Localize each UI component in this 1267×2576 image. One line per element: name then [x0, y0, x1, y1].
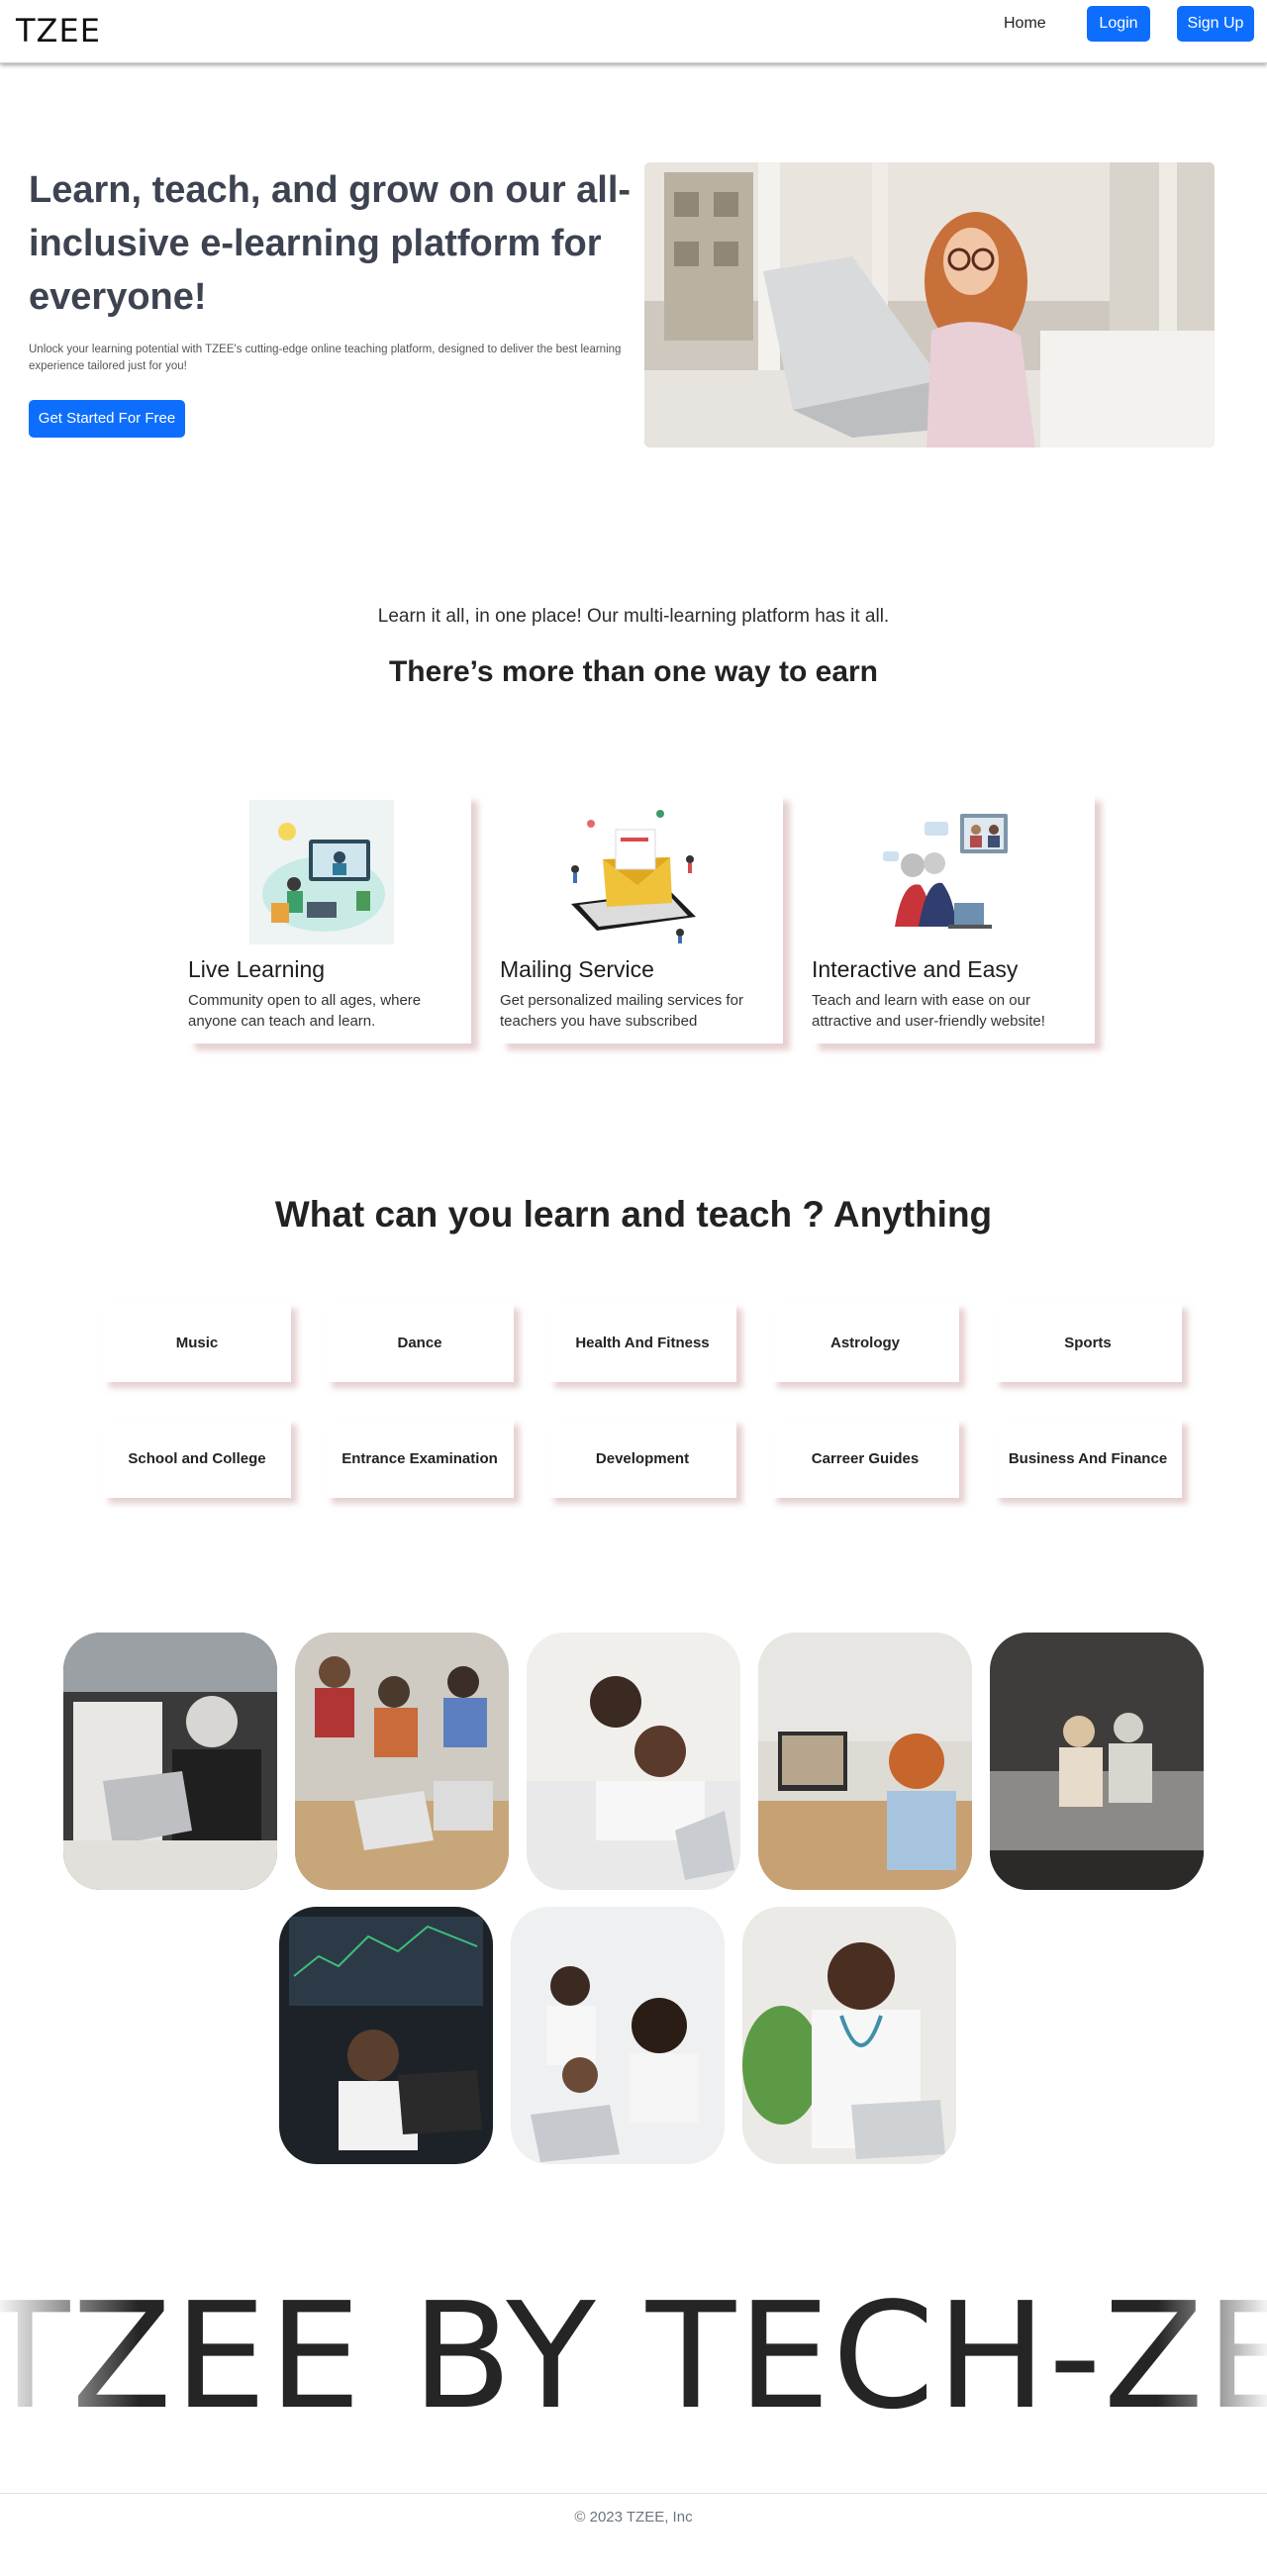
- live-learning-illustration: [249, 800, 394, 944]
- section-kicker: Learn it all, in one place! Our multi-le…: [377, 606, 890, 627]
- gallery-photo-man-trading-screens: [279, 1907, 493, 2164]
- topic-card-sports[interactable]: Sports: [994, 1303, 1182, 1382]
- topic-card-career-guides[interactable]: Carreer Guides: [771, 1419, 959, 1498]
- feature-description: Community open to all ages, where anyone…: [188, 992, 422, 1030]
- gallery-photo-students-group: [295, 1633, 509, 1890]
- feature-card-live-learning: Live Learning Community open to all ages…: [188, 794, 471, 1043]
- hero-subtitle: Unlock your learning potential with TZEE…: [29, 344, 622, 372]
- section-title-topics: What can you learn and teach ? Anything: [274, 1194, 993, 1235]
- marquee-text: TZEE BY TECH-ZEE: [0, 2277, 1267, 2435]
- marquee-fade-left: [0, 2277, 139, 2435]
- gallery-photo-woman-car-laptop: [63, 1633, 277, 1890]
- gallery-photo-child-computer: [758, 1633, 972, 1890]
- nav-home-link[interactable]: Home: [1004, 13, 1046, 35]
- feature-title: Live Learning: [188, 956, 326, 982]
- get-started-button[interactable]: Get Started For Free: [29, 400, 185, 438]
- hero-image: [644, 162, 1215, 447]
- topic-card-astrology[interactable]: Astrology: [771, 1303, 959, 1382]
- topic-card-school-college[interactable]: School and College: [103, 1419, 291, 1498]
- feature-title: Mailing Service: [500, 956, 654, 982]
- footer-copyright: © 2023 TZEE, Inc: [574, 2509, 693, 2526]
- navbar: TZEE Home Login Sign Up: [0, 0, 1267, 63]
- topic-card-music[interactable]: Music: [103, 1303, 291, 1382]
- feature-description: Teach and learn with ease on our attract…: [812, 992, 1045, 1030]
- mailing-illustration: [561, 800, 706, 944]
- topic-card-dance[interactable]: Dance: [326, 1303, 514, 1382]
- topic-card-business-finance[interactable]: Business And Finance: [994, 1419, 1182, 1498]
- gallery-photo-elderly-couple-sofa: [990, 1633, 1204, 1890]
- feature-card-interactive: Interactive and Easy Teach and learn wit…: [812, 794, 1095, 1043]
- feature-title: Interactive and Easy: [812, 956, 1019, 982]
- feature-description: Get personalized mailing services for te…: [500, 992, 743, 1030]
- footer: © 2023 TZEE, Inc: [0, 2493, 1267, 2576]
- gallery-photo-couple-laptop: [527, 1633, 740, 1890]
- brand-marquee: TZEE BY TECH-ZEE: [0, 2277, 1267, 2435]
- hero-title: Learn, teach, and grow on our all-inclus…: [29, 169, 632, 318]
- brand-logo[interactable]: TZEE: [16, 12, 101, 50]
- feature-card-mailing: Mailing Service Get personalized mailing…: [500, 794, 783, 1043]
- topic-card-development[interactable]: Development: [548, 1419, 736, 1498]
- gallery-photo-team-laptop: [511, 1907, 725, 2164]
- topic-card-entrance-exam[interactable]: Entrance Examination: [326, 1419, 514, 1498]
- login-button[interactable]: Login: [1087, 6, 1150, 42]
- section-title-ways: There’s more than one way to earn: [388, 655, 879, 688]
- topic-card-health-fitness[interactable]: Health And Fitness: [548, 1303, 736, 1382]
- gallery-photo-doctor: [742, 1907, 956, 2164]
- marquee-fade-right: [1158, 2277, 1267, 2435]
- signup-button[interactable]: Sign Up: [1177, 6, 1254, 42]
- video-call-illustration: [873, 800, 1018, 944]
